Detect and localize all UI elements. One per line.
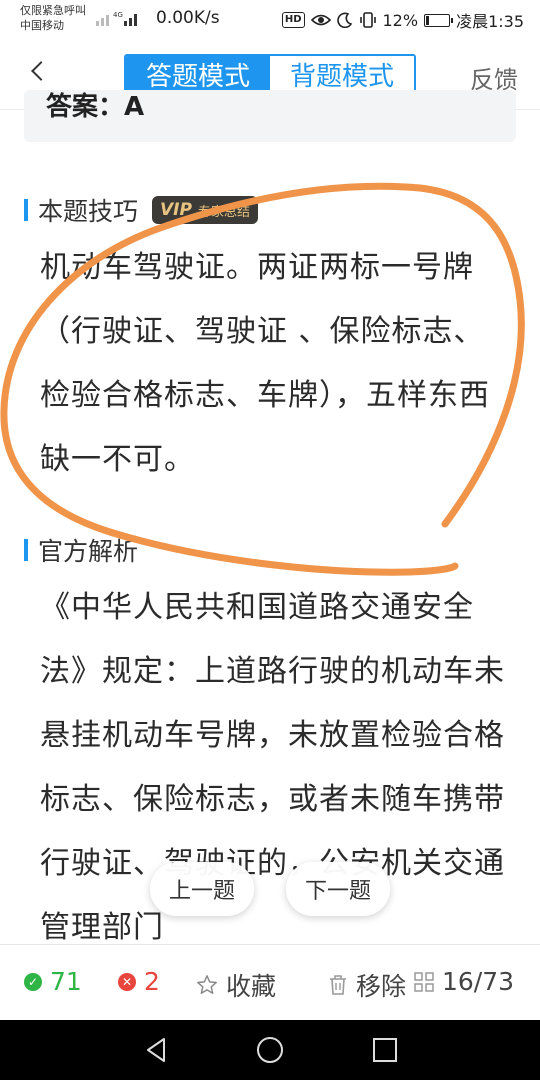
battery-icon	[424, 13, 454, 27]
favorite-button[interactable]: 收藏	[196, 967, 276, 1003]
tab-memorize-mode[interactable]: 背题模式	[270, 56, 414, 92]
answer-text: 答案：A	[46, 92, 145, 122]
moon-icon	[336, 12, 352, 28]
bottom-toolbar: ✓ 71 ✕ 2 收藏 移除 16/73	[0, 944, 540, 1020]
back-arrow-icon	[31, 61, 51, 81]
tip-body: 机动车驾驶证。两证两标一号牌（行驶证、驾驶证 、保险标志、检验合格标志、车牌），…	[40, 250, 490, 477]
signal-icon: 4G	[96, 11, 137, 26]
tab-answer-mode[interactable]: 答题模式	[126, 56, 270, 92]
vip-mark: VIP	[160, 200, 192, 220]
correct-counter[interactable]: ✓ 71	[24, 967, 82, 996]
vibrate-icon	[359, 12, 376, 28]
vip-badge: VIP 专家总结	[152, 196, 258, 224]
system-nav-bar	[0, 1020, 540, 1080]
clock: 凌晨1:35	[456, 12, 524, 31]
battery-percent: 12%	[382, 10, 419, 30]
prev-question-button[interactable]: 上一题	[150, 862, 254, 916]
network-speed: 0.00K/s	[156, 8, 220, 28]
official-section-title: 官方解析	[38, 537, 139, 566]
hd-icon: HD	[281, 12, 305, 28]
favorite-label: 收藏	[226, 972, 277, 1001]
official-body: 《中华人民共和国道路交通安全法》规定：上道路行驶的机动车未悬挂机动车号牌，未放置…	[40, 590, 505, 944]
remove-label: 移除	[356, 972, 407, 1001]
back-button[interactable]	[20, 52, 60, 92]
next-question-button[interactable]: 下一题	[286, 862, 390, 916]
status-icons: HD 12% 凌晨1:35	[281, 8, 524, 32]
vip-label: 专家总结	[197, 204, 250, 220]
carrier-name: 中国移动	[20, 19, 64, 32]
answer-card: 答案：A	[24, 90, 516, 142]
check-icon: ✓	[24, 972, 42, 991]
section-accent-bar	[24, 199, 28, 221]
official-section-header: 官方解析	[24, 532, 138, 568]
svg-text:4G: 4G	[113, 11, 123, 19]
cross-icon: ✕	[118, 972, 136, 991]
nav-home-icon[interactable]	[257, 1037, 283, 1063]
tip-section-header: 本题技巧 VIP 专家总结	[24, 192, 258, 228]
nav-recents-icon[interactable]	[373, 1038, 397, 1062]
emergency-text: 仅限紧急呼叫	[20, 4, 86, 17]
wrong-counter[interactable]: ✕ 2	[118, 967, 160, 996]
mode-toggle: 答题模式 背题模式	[124, 54, 416, 94]
correct-count: 71	[50, 967, 82, 996]
carrier-info: 仅限紧急呼叫 中国移动	[20, 3, 86, 33]
trash-icon	[330, 975, 346, 995]
remove-button[interactable]: 移除	[328, 967, 406, 1003]
question-grid-button[interactable]: 16/73	[414, 967, 514, 996]
star-icon	[197, 975, 217, 994]
section-accent-bar	[24, 539, 28, 561]
status-bar: 仅限紧急呼叫 中国移动 4G 0.00K/s HD 12% 凌晨1:35	[0, 0, 540, 38]
progress-counter: 16/73	[442, 967, 515, 996]
wrong-count: 2	[144, 967, 160, 996]
nav-back-icon[interactable]	[144, 1037, 168, 1063]
tip-section-title: 本题技巧	[38, 197, 139, 226]
grid-icon	[414, 971, 434, 992]
eye-icon	[310, 14, 331, 26]
